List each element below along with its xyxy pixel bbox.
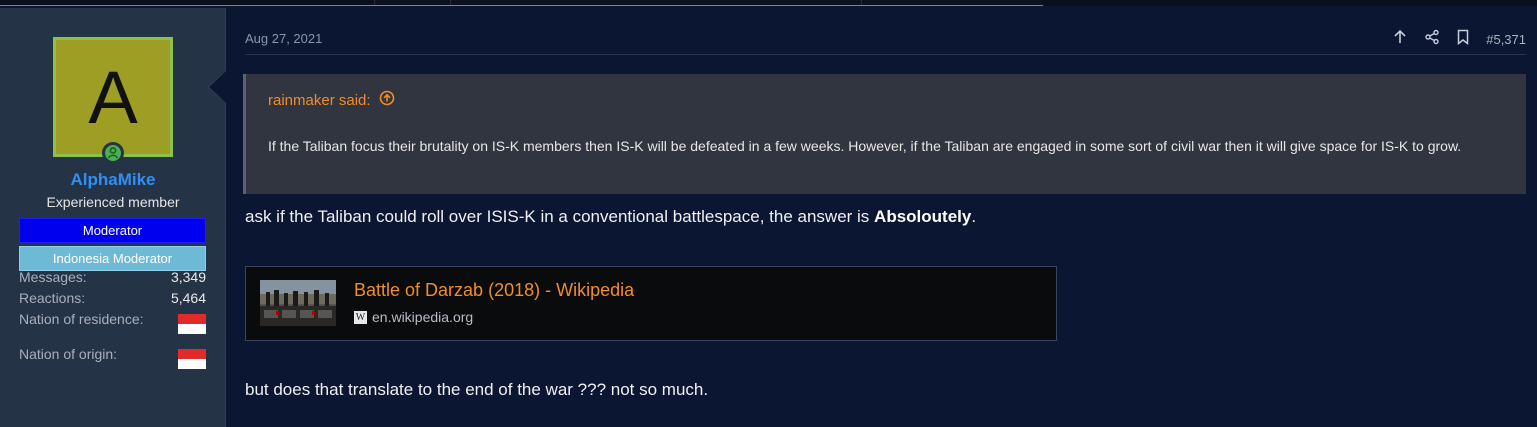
link-domain-text: en.wikipedia.org <box>372 309 474 325</box>
upvote-arrow-icon[interactable] <box>1392 29 1408 50</box>
origin-label: Nation of origin: <box>19 346 118 362</box>
link-preview-card[interactable]: Battle of Darzab (2018) - Wikipedia W en… <box>245 266 1057 341</box>
paragraph-1-text: ask if the Taliban could roll over ISIS-… <box>245 207 875 226</box>
post-pointer-arrow-fill <box>209 71 226 103</box>
reactions-count: 5,464 <box>170 290 206 306</box>
top-nav-strip <box>0 0 1537 6</box>
username-link[interactable]: AlphaMike <box>0 170 226 190</box>
indonesia-flag-icon <box>178 349 206 369</box>
reactions-stat: Reactions: 5,464 <box>19 290 206 306</box>
online-status-icon <box>102 142 124 164</box>
bookmark-icon[interactable] <box>1456 29 1470 50</box>
post-actions: #5,371 <box>1392 29 1526 49</box>
messages-label: Messages: <box>19 269 87 285</box>
link-title[interactable]: Battle of Darzab (2018) - Wikipedia <box>354 280 634 301</box>
messages-count[interactable]: 3,349 <box>171 269 206 285</box>
residence-label: Nation of residence: <box>19 311 144 327</box>
jump-to-quote-icon[interactable] <box>379 90 395 110</box>
nation-of-origin-stat: Nation of origin: <box>19 346 206 369</box>
moderator-banner: Moderator <box>19 218 206 243</box>
post-date-link[interactable]: Aug 27, 2021 <box>245 31 322 46</box>
user-sidebar: A AlphaMike Experienced member Moderator… <box>0 8 226 427</box>
post-number-link[interactable]: #5,371 <box>1486 32 1526 47</box>
quote-text: If the Taliban focus their brutality on … <box>268 138 1462 154</box>
indonesia-moderator-banner: Indonesia Moderator <box>19 246 206 271</box>
quote-block: rainmaker said: If the Taliban focus the… <box>243 74 1526 194</box>
post-paragraph-1: ask if the Taliban could roll over ISIS-… <box>245 207 976 227</box>
paragraph-1-bold: Absoloutely <box>874 207 972 226</box>
messages-stat: Messages: 3,349 <box>19 269 206 285</box>
paragraph-1-end: . <box>971 207 977 226</box>
link-thumbnail[interactable] <box>260 280 336 326</box>
post-header-divider <box>245 54 1526 55</box>
user-avatar[interactable]: A <box>53 37 173 157</box>
nation-of-residence-stat: Nation of residence: <box>19 311 206 334</box>
link-domain: W en.wikipedia.org <box>354 309 473 325</box>
wikipedia-icon: W <box>354 310 367 324</box>
quote-author[interactable]: rainmaker said: <box>268 92 371 109</box>
quote-attribution[interactable]: rainmaker said: <box>268 90 395 110</box>
indonesia-flag-icon <box>178 314 206 334</box>
user-title: Experienced member <box>46 194 180 210</box>
reactions-label: Reactions: <box>19 290 86 306</box>
post-paragraph-2: but does that translate to the end of th… <box>245 380 709 399</box>
share-icon[interactable] <box>1424 29 1440 50</box>
